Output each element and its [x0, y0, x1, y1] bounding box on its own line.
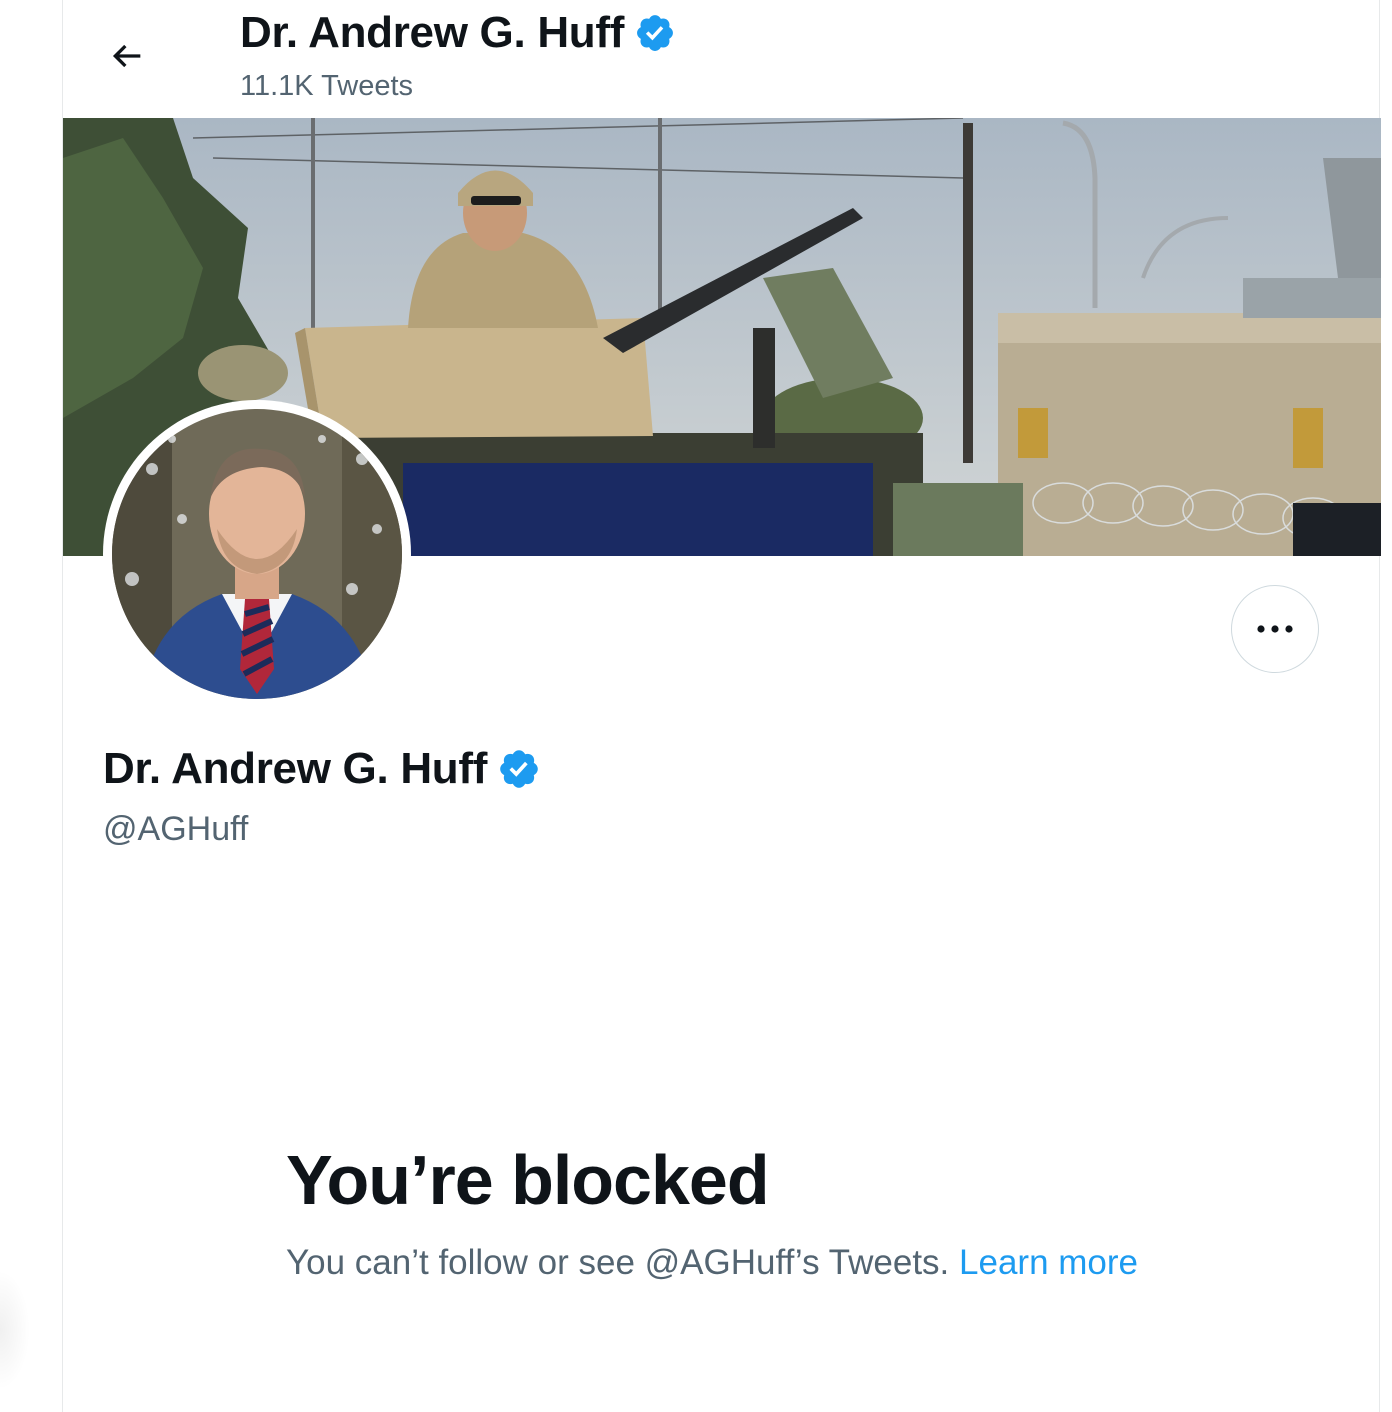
blocked-message: You can’t follow or see @AGHuff’s Tweets…: [286, 1239, 1146, 1287]
tweet-count: 11.1K Tweets: [240, 70, 414, 102]
more-options-button[interactable]: [1231, 585, 1319, 673]
profile-avatar[interactable]: [103, 400, 411, 708]
arrow-left-icon: [112, 44, 141, 68]
learn-more-link[interactable]: Learn more: [959, 1243, 1138, 1282]
verified-badge-icon: [637, 15, 674, 51]
left-rail: [0, 0, 62, 1412]
avatar-photo: [112, 409, 402, 699]
profile-column: Dr. Andrew G. Huff 11.1K Tweets Dr. Andr…: [62, 0, 1381, 1412]
blocked-message-text: You can’t follow or see @AGHuff’s Tweets…: [286, 1242, 950, 1282]
header-title: Dr. Andrew G. Huff: [240, 8, 625, 57]
back-button[interactable]: [91, 20, 163, 92]
profile-header-bar: Dr. Andrew G. Huff 11.1K Tweets: [63, 0, 1379, 118]
profile-name-row: Dr. Andrew G. Huff: [103, 744, 541, 794]
profile-display-name: Dr. Andrew G. Huff: [103, 744, 488, 793]
more-horizontal-icon: [1257, 625, 1293, 633]
blocked-notice: You’re blocked You can’t follow or see @…: [286, 1140, 1186, 1287]
edge-shadow: [0, 1270, 30, 1390]
profile-handle: @AGHuff: [103, 810, 249, 848]
header-title-row: Dr. Andrew G. Huff: [240, 8, 676, 58]
verified-badge-icon: [500, 750, 538, 788]
blocked-title: You’re blocked: [286, 1141, 770, 1219]
